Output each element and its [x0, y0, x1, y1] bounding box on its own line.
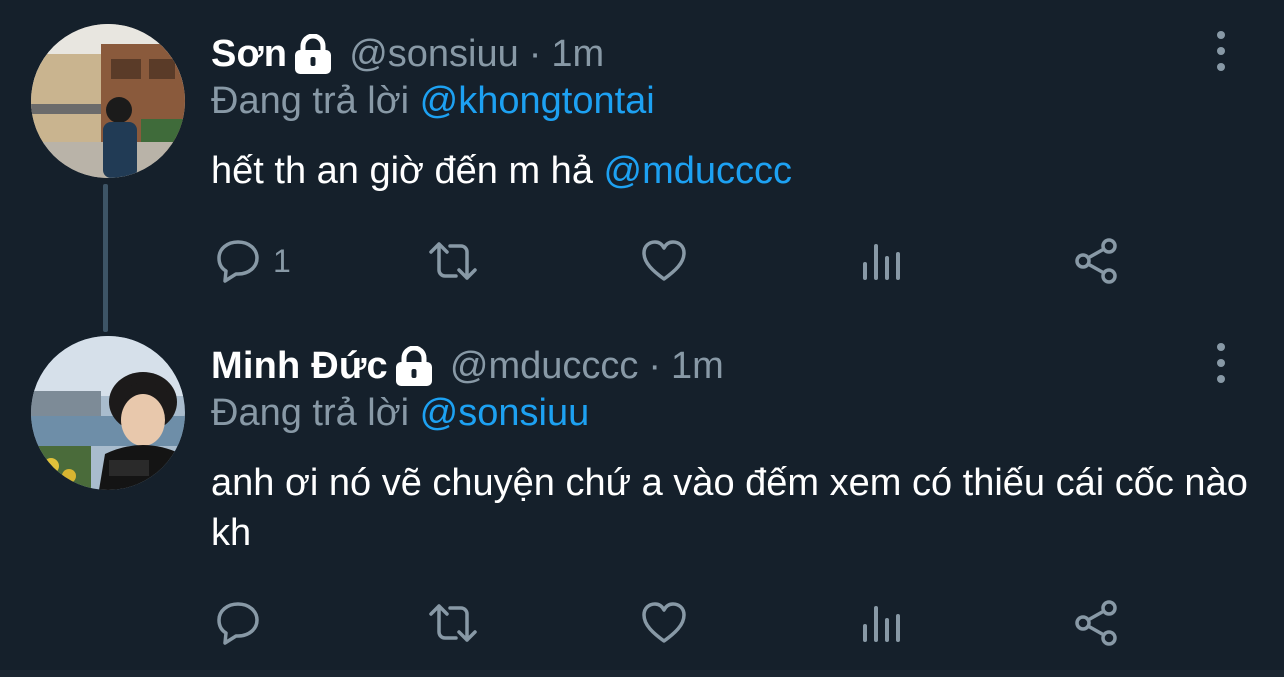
retweet-icon	[425, 236, 481, 286]
views-icon	[859, 236, 903, 286]
separator-dot: ·	[528, 32, 542, 75]
reply-icon	[213, 236, 263, 286]
like-icon	[639, 598, 689, 648]
user-handle[interactable]: @mducccc	[450, 345, 639, 388]
reply-button[interactable]: 1	[213, 236, 291, 286]
lock-icon	[392, 346, 436, 386]
tweet-text-content: hết th an giờ đến m hả	[211, 150, 593, 192]
views-button[interactable]	[859, 236, 903, 286]
tweet[interactable]: Sơn @sonsiuu · 1m Đang trả lời @khongton…	[0, 0, 1284, 320]
user-handle[interactable]: @sonsiuu	[349, 33, 519, 76]
replying-to: Đang trả lời @sonsiuu	[211, 392, 589, 435]
like-button[interactable]	[639, 598, 689, 648]
reply-count: 1	[273, 242, 291, 279]
more-icon[interactable]	[1208, 31, 1234, 71]
replying-to-mention[interactable]: @khongtontai	[420, 80, 655, 122]
tweet-text: anh ơi nó vẽ chuyện chứ a vào đếm xem có…	[211, 458, 1251, 558]
timestamp[interactable]: 1m	[551, 33, 604, 76]
replying-to: Đang trả lời @khongtontai	[211, 80, 655, 123]
lock-icon	[291, 34, 335, 74]
reply-button[interactable]	[213, 598, 273, 648]
tweet-text-mention[interactable]: @mducccc	[604, 150, 793, 192]
tweet[interactable]: Minh Đức @mducccc · 1m Đang trả lời @son…	[0, 320, 1284, 670]
replying-to-mention[interactable]: @sonsiuu	[420, 392, 590, 434]
tweet-header: Sơn @sonsiuu · 1m	[211, 24, 604, 84]
views-icon	[859, 598, 903, 648]
avatar[interactable]	[31, 336, 185, 490]
tweet-thread: Sơn @sonsiuu · 1m Đang trả lời @khongton…	[0, 0, 1284, 677]
tweet-actions: 1	[211, 236, 1131, 286]
retweet-button[interactable]	[425, 598, 481, 648]
tweet-text: hết th an giờ đến m hả @mducccc	[211, 146, 1251, 196]
tweet-header: Minh Đức @mducccc · 1m	[211, 336, 724, 396]
timestamp[interactable]: 1m	[671, 345, 724, 388]
replying-to-label: Đang trả lời	[211, 80, 410, 122]
avatar[interactable]	[31, 24, 185, 178]
reply-icon	[213, 598, 263, 648]
tweet-actions	[211, 598, 1131, 648]
display-name[interactable]: Minh Đức	[211, 345, 388, 388]
retweet-button[interactable]	[425, 236, 481, 286]
share-button[interactable]	[1071, 598, 1121, 648]
share-button[interactable]	[1071, 236, 1121, 286]
share-icon	[1071, 598, 1121, 648]
more-icon[interactable]	[1208, 343, 1234, 383]
replying-to-label: Đang trả lời	[211, 392, 410, 434]
share-icon	[1071, 236, 1121, 286]
like-icon	[639, 236, 689, 286]
views-button[interactable]	[859, 598, 903, 648]
like-button[interactable]	[639, 236, 689, 286]
bottom-divider	[0, 670, 1284, 677]
display-name[interactable]: Sơn	[211, 33, 287, 76]
retweet-icon	[425, 598, 481, 648]
separator-dot: ·	[648, 344, 662, 387]
tweet-text-content: anh ơi nó vẽ chuyện chứ a vào đếm xem có…	[211, 462, 1248, 554]
